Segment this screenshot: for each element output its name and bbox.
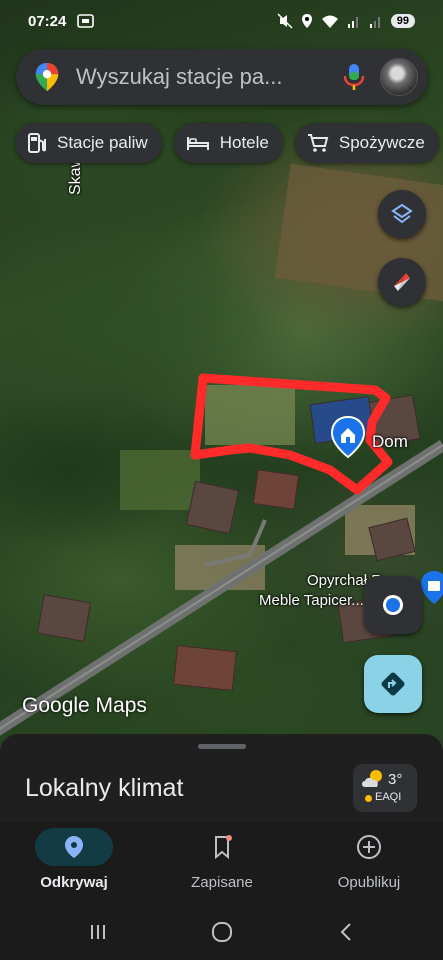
directions-icon <box>381 672 405 696</box>
tab-explore-indicator <box>35 828 113 866</box>
search-input[interactable]: Wyszukaj stacje pa... <box>76 64 328 90</box>
tab-saved-indicator <box>183 828 261 866</box>
satellite-map[interactable]: Skaw Dom Opyrchał R... Meble Tapicer... … <box>0 0 443 760</box>
gas-station-icon <box>28 133 46 153</box>
my-location-button[interactable] <box>364 576 422 634</box>
aqi-label: EAQI <box>375 791 402 803</box>
my-location-icon <box>383 595 403 615</box>
wifi-icon <box>321 15 338 28</box>
directions-button[interactable] <box>364 655 422 713</box>
compass-icon <box>394 273 410 291</box>
clock: 07:24 <box>28 12 67 30</box>
bottom-navigation: Odkrywaj Zapisane Opublikuj <box>0 822 443 902</box>
weather-widget[interactable]: 3° EAQI <box>353 764 417 812</box>
home-label[interactable]: Dom <box>372 432 408 452</box>
mute-icon <box>277 13 293 29</box>
temperature: 3° <box>388 771 403 788</box>
bottom-sheet[interactable]: Lokalny klimat 3° EAQI <box>0 734 443 834</box>
back-chevron-icon <box>340 923 351 941</box>
tab-contribute-indicator <box>330 828 408 866</box>
location-pin-icon <box>65 836 83 858</box>
mic-icon[interactable] <box>340 62 368 92</box>
location-icon <box>301 14 312 28</box>
home-pin[interactable] <box>330 415 366 459</box>
system-navigation-bar <box>0 902 443 960</box>
home-circle-icon <box>212 922 232 942</box>
tab-explore-label: Odkrywaj <box>40 874 108 891</box>
aqi-dot <box>365 795 372 802</box>
business-label-2[interactable]: Meble Tapicer... <box>259 592 364 609</box>
partly-cloudy-icon <box>362 770 382 787</box>
bed-icon <box>186 137 209 150</box>
bookmark-icon <box>215 835 232 860</box>
search-bar[interactable]: Wyszukaj stacje pa... <box>16 49 428 105</box>
home-button[interactable] <box>202 920 242 944</box>
chip-groceries[interactable]: Spożywcze <box>294 123 439 163</box>
compass-button[interactable] <box>378 258 426 306</box>
home-icon <box>330 415 366 459</box>
layers-button[interactable] <box>378 190 426 238</box>
status-bar: 07:24 99 <box>0 0 443 42</box>
screenshot-icon <box>77 14 95 28</box>
google-maps-pin-icon <box>35 62 59 92</box>
category-chips: Stacje paliw Hotele Spożywcze <box>15 123 439 163</box>
layers-icon <box>391 203 413 224</box>
tab-contribute[interactable]: Opublikuj <box>295 822 443 902</box>
cart-icon <box>307 134 329 152</box>
add-circle-icon <box>357 835 381 859</box>
tab-saved[interactable]: Zapisane <box>148 822 296 902</box>
place-pin[interactable] <box>420 570 443 606</box>
map-overlay <box>0 373 443 736</box>
signal-2-icon <box>369 17 380 28</box>
recents-icon <box>91 925 105 939</box>
tab-contribute-label: Opublikuj <box>337 874 401 891</box>
sheet-title: Lokalny klimat <box>25 774 184 802</box>
shopping-bag-icon <box>421 571 443 604</box>
signal-icon <box>347 17 358 28</box>
chip-gas-stations[interactable]: Stacje paliw <box>15 123 162 163</box>
avatar[interactable] <box>380 58 418 96</box>
tab-explore[interactable]: Odkrywaj <box>0 822 148 902</box>
back-button[interactable] <box>326 920 366 944</box>
battery-indicator: 99 <box>390 14 415 28</box>
google-maps-watermark: Google Maps <box>22 694 147 717</box>
sheet-drag-handle[interactable] <box>198 744 246 749</box>
chip-hotels[interactable]: Hotele <box>173 123 283 163</box>
tab-saved-label: Zapisane <box>191 874 253 891</box>
recents-button[interactable] <box>78 920 118 944</box>
